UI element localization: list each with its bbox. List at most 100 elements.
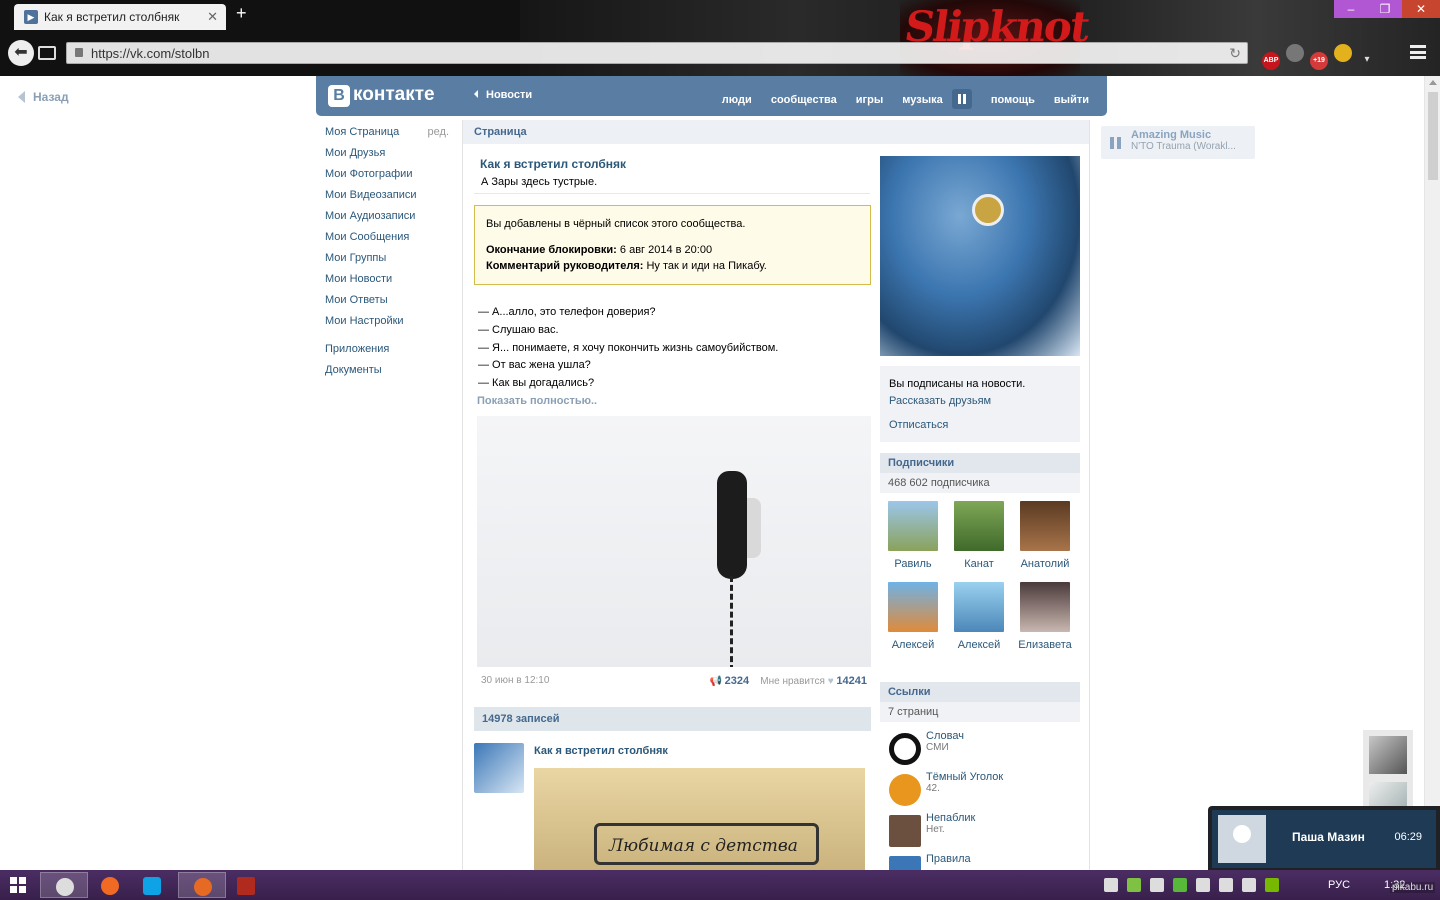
member[interactable]: Алексей <box>880 582 946 651</box>
menu-my-messages[interactable]: Мои Сообщения <box>325 231 455 252</box>
link-item[interactable]: Правила <box>880 853 1080 870</box>
back-arrow-icon[interactable]: ⬅ <box>8 40 34 66</box>
extension-smile-icon[interactable] <box>1334 44 1352 62</box>
menu-my-settings[interactable]: Мои Настройки <box>325 315 455 336</box>
menu-my-answers[interactable]: Мои Ответы <box>325 294 455 315</box>
message-notification[interactable]: Паша Мазин 06:29 <box>1208 806 1440 870</box>
wall-author-avatar[interactable] <box>474 743 524 793</box>
taskbar-steam[interactable] <box>40 872 88 898</box>
tray-tool-icon[interactable] <box>1150 878 1164 892</box>
taskbar-firefox[interactable] <box>178 872 226 898</box>
post-date[interactable]: 30 июн в 12:10 <box>481 675 549 686</box>
link-item[interactable]: Словач СМИ <box>880 730 1080 771</box>
menu-documents[interactable]: Документы <box>325 364 455 385</box>
members-count: 468 602 подписчика <box>880 473 1080 493</box>
taskbar-dota[interactable] <box>222 872 270 898</box>
page-scrollbar[interactable] <box>1424 76 1440 870</box>
show-full-link[interactable]: Показать полностью.. <box>477 395 597 407</box>
menu-my-groups[interactable]: Мои Группы <box>325 252 455 273</box>
browser-tab[interactable]: ▶ Как я встретил столбняк ✕ <box>14 4 226 30</box>
taskbar-origin[interactable] <box>86 872 134 898</box>
scroll-up-icon[interactable] <box>1429 80 1437 85</box>
back-link[interactable]: Назад <box>18 90 69 104</box>
new-tab-button[interactable]: + <box>236 3 247 24</box>
nav-music[interactable]: музыка <box>902 94 942 106</box>
apps-icon[interactable] <box>38 46 56 60</box>
address-bar[interactable]: https://vk.com/stolbn ↻ <box>66 42 1248 64</box>
menu-my-audio[interactable]: Мои Аудиозаписи <box>325 210 455 231</box>
menu-my-news[interactable]: Мои Новости <box>325 273 455 294</box>
wall-author-name[interactable]: Как я встретил столбняк <box>534 745 668 757</box>
nav-people[interactable]: люди <box>722 94 752 106</box>
like-label[interactable]: Мне нравится <box>760 676 825 687</box>
member[interactable]: Равиль <box>880 501 946 570</box>
tray-app-icon[interactable] <box>1127 878 1141 892</box>
member-name: Анатолий <box>1020 558 1070 570</box>
links-title[interactable]: Ссылки <box>880 682 1080 702</box>
member[interactable]: Алексей <box>946 582 1012 651</box>
ban-end-label: Окончание блокировки: <box>486 244 617 256</box>
member[interactable]: Елизавета <box>1012 582 1078 651</box>
community-avatar[interactable] <box>880 156 1080 356</box>
menu-my-photos[interactable]: Мои Фотографии <box>325 168 455 189</box>
heart-icon[interactable]: ♥ <box>828 676 834 687</box>
windows-start-icon[interactable] <box>10 877 26 893</box>
wall-post-image[interactable]: Любимая с детства <box>534 768 865 870</box>
menu-my-friends[interactable]: Мои Друзья <box>325 147 455 168</box>
nav-communities[interactable]: сообщества <box>771 94 837 106</box>
network-icon[interactable] <box>1196 878 1210 892</box>
language-indicator[interactable]: РУС <box>1328 879 1350 891</box>
flag-icon[interactable] <box>1219 878 1233 892</box>
nav-logout[interactable]: выйти <box>1054 94 1089 106</box>
pause-icon[interactable] <box>1110 137 1122 149</box>
chat-avatar[interactable] <box>1369 736 1407 774</box>
reload-icon[interactable]: ↻ <box>1229 45 1241 62</box>
repost-icon[interactable]: 📢 <box>709 676 721 687</box>
notification-avatar <box>1218 815 1266 863</box>
tray-network-app-icon[interactable] <box>1173 878 1187 892</box>
vk-logo[interactable]: Вконтакте <box>328 84 435 107</box>
minimize-icon[interactable]: – <box>1334 0 1368 18</box>
taskbar-skype[interactable] <box>128 872 176 898</box>
nvidia-icon[interactable] <box>1265 878 1279 892</box>
posts-count-header[interactable]: 14978 записей <box>474 707 871 731</box>
link-icon <box>889 856 921 870</box>
notification-time: 06:29 <box>1394 831 1422 843</box>
nav-help[interactable]: помощь <box>991 94 1035 106</box>
adblock-icon[interactable]: ABP <box>1262 52 1280 70</box>
header-news-link[interactable]: Новости <box>474 89 532 101</box>
unsubscribe-link[interactable]: Отписаться <box>889 419 1071 431</box>
extension-badge-icon[interactable]: +19 <box>1310 52 1328 70</box>
tell-friends-link[interactable]: Рассказать друзьям <box>889 395 1071 407</box>
member-name: Алексей <box>957 639 1001 651</box>
links-count: 7 страниц <box>880 702 1080 722</box>
members-grid: Равиль Канат Анатолий Алексей Алексей Ел… <box>880 501 1080 671</box>
link-title: Правила <box>926 853 971 865</box>
extension-face-icon[interactable] <box>1286 44 1304 62</box>
menu-my-videos[interactable]: Мои Видеозаписи <box>325 189 455 210</box>
volume-icon[interactable] <box>1242 878 1256 892</box>
link-item[interactable]: Непаблик Нет. <box>880 812 1080 853</box>
scroll-thumb[interactable] <box>1428 92 1438 180</box>
link-item[interactable]: Тёмный Уголок 42. <box>880 771 1080 812</box>
system-tray <box>1104 878 1288 895</box>
post-photo[interactable] <box>477 416 871 667</box>
close-tab-icon[interactable]: ✕ <box>207 9 218 25</box>
menu-my-page[interactable]: Моя Страница ред. <box>325 126 455 147</box>
maximize-icon[interactable]: ❐ <box>1368 0 1402 18</box>
page-status: А Зары здесь тустрые. <box>481 176 598 188</box>
members-title[interactable]: Подписчики <box>880 453 1080 473</box>
extension-icons: ABP +19 ▾ <box>1262 44 1382 70</box>
hamburger-menu-icon[interactable] <box>1410 45 1426 59</box>
menu-apps[interactable]: Приложения <box>325 343 455 364</box>
edit-link[interactable]: ред. <box>428 126 449 138</box>
ban-comment-value: Ну так и иди на Пикабу. <box>646 260 767 272</box>
mini-player[interactable]: Amazing Music N'TO Trauma (Worakl... <box>1101 126 1255 159</box>
member[interactable]: Анатолий <box>1012 501 1078 570</box>
pause-icon[interactable] <box>951 89 972 109</box>
nav-games[interactable]: игры <box>856 94 883 106</box>
close-window-icon[interactable]: ✕ <box>1402 0 1440 18</box>
chevron-down-icon[interactable]: ▾ <box>1358 51 1376 69</box>
member[interactable]: Канат <box>946 501 1012 570</box>
steam-tray-icon[interactable] <box>1104 878 1118 892</box>
